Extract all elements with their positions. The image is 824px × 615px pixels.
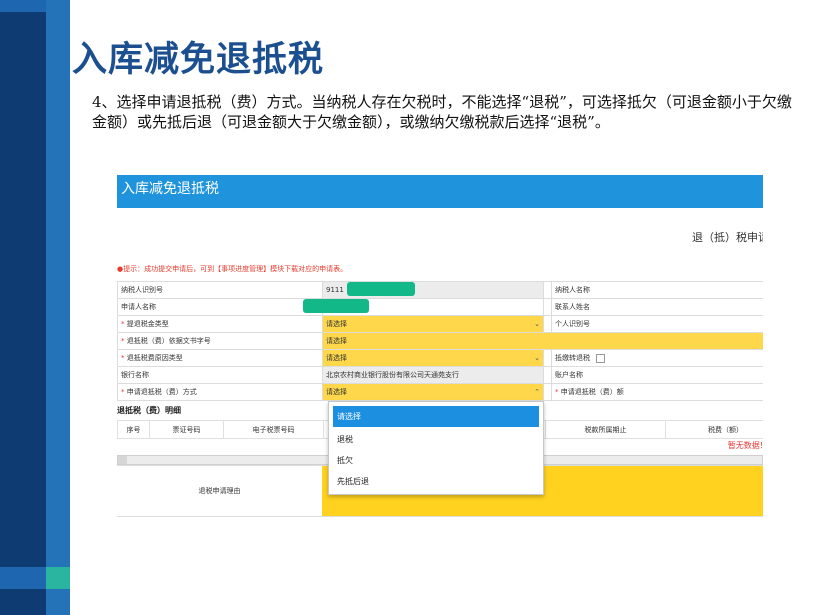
form-row: * 退抵税（费）依据文书字号 请选择 <box>117 332 763 350</box>
refund-type-label-text: 提退税金类型 <box>126 320 169 328</box>
method-value: 请选择 <box>326 388 347 396</box>
required-mark: * <box>121 388 125 396</box>
method-label: * 申请退抵税（费）方式 <box>117 383 323 401</box>
reason-type-select[interactable]: 请选择 ⌄ <box>322 349 544 367</box>
bank-field: 北京农村商业银行股份有限公司天通苑支行 <box>322 366 544 384</box>
cell-spacer <box>543 298 552 316</box>
transfer-refund-label: 抵缴转退税 <box>555 354 590 362</box>
taxpayer-id-label: 纳税人识别号 <box>117 281 323 299</box>
redaction-mask <box>303 299 369 313</box>
transfer-refund-checkbox[interactable] <box>596 353 605 363</box>
personal-id-label: 个人识别号 <box>551 315 763 333</box>
column-header: 电子税票号码 <box>223 420 324 439</box>
form-caption: 退（抵）税申请 <box>692 231 763 244</box>
sidebar-mid-band <box>46 0 70 615</box>
app-header-title: 入库减免退抵税 <box>121 181 219 197</box>
form-row: * 退抵税费原因类型 请选择 ⌄ 抵缴转退税 <box>117 349 763 367</box>
applicant-name-label: 申请人名称 <box>117 298 323 316</box>
method-label-text: 申请退抵税（费）方式 <box>126 388 197 396</box>
bank-label: 银行名称 <box>117 366 323 384</box>
cell-spacer <box>543 349 552 367</box>
dropdown-option-offset-arrears[interactable]: 抵欠 <box>329 450 543 471</box>
column-header: 序号 <box>117 420 150 439</box>
sidebar-dark-band <box>0 0 46 615</box>
cell-spacer <box>543 315 552 333</box>
refund-type-value: 请选择 <box>326 320 347 328</box>
refund-type-label: * 提退税金类型 <box>117 315 323 333</box>
amount-label: * 申请退抵税（费）额 <box>551 383 763 401</box>
required-mark: * <box>121 320 125 328</box>
method-dropdown-menu: 请选择 退税 抵欠 先抵后退 <box>328 401 544 495</box>
reason-type-label: * 退抵税费原因类型 <box>117 349 323 367</box>
cell-spacer <box>543 281 552 299</box>
column-header: 税费（额） <box>665 420 763 439</box>
scroll-left-arrow[interactable] <box>118 456 127 464</box>
slide-instruction-text: 4、选择申请退抵税（费）方式。当纳税人存在欠税时，不能选择“退税”，可选择抵欠（… <box>92 93 792 131</box>
app-header: 入库减免退抵税 <box>117 175 763 208</box>
sidebar-block-top <box>0 0 46 12</box>
taxpayer-name-label: 纳税人名称 <box>551 281 763 299</box>
column-header: 票证号码 <box>149 420 224 439</box>
dropdown-option-please-select[interactable]: 请选择 <box>333 406 539 427</box>
detail-title: 退抵税（费）明细 <box>117 406 181 415</box>
chevron-down-icon: ⌄ <box>534 320 540 328</box>
reason-type-value: 请选择 <box>326 354 347 362</box>
reason-label: 退税申请理由 <box>198 487 241 495</box>
reason-type-label-text: 退抵税费原因类型 <box>126 354 183 362</box>
form-row: 申请人名称 联系人姓名 <box>117 298 763 316</box>
required-mark: * <box>121 337 125 345</box>
chevron-up-icon: ⌃ <box>534 388 540 396</box>
sidebar-block-mid <box>0 567 46 589</box>
chevron-down-icon: ⌄ <box>534 354 540 362</box>
transfer-refund-cell: 抵缴转退税 <box>551 349 763 367</box>
cell-spacer <box>543 383 552 401</box>
form-row: 纳税人识别号 9111 纳税人名称 <box>117 281 763 299</box>
account-label: 账户名称 <box>551 366 763 384</box>
submit-hint: ●提示：成功提交申请后，可到【事项进度管理】模块下载对应的申请表。 <box>117 265 348 273</box>
sidebar-accent-block <box>46 567 70 589</box>
form-row: 银行名称 北京农村商业银行股份有限公司天通苑支行 账户名称 <box>117 366 763 384</box>
refund-type-select[interactable]: 请选择 ⌄ <box>322 315 544 333</box>
redaction-mask <box>347 282 415 296</box>
required-mark: * <box>121 354 125 362</box>
slide-title: 入库减免退抵税 <box>72 39 325 80</box>
refund-doc-label: * 退抵税（费）依据文书字号 <box>117 332 323 350</box>
column-header: 税款所属期止 <box>545 420 666 439</box>
refund-doc-label-text: 退抵税（费）依据文书字号 <box>126 337 211 345</box>
required-mark: * <box>555 388 559 396</box>
contact-name-label: 联系人姓名 <box>551 298 763 316</box>
no-data-message: 暂无数据! <box>727 441 763 450</box>
form-row: * 申请退抵税（费）方式 请选择 ⌃ * 申请退抵税（费）额 <box>117 383 763 401</box>
cell-spacer <box>543 366 552 384</box>
method-select[interactable]: 请选择 ⌃ <box>322 383 544 401</box>
app-screenshot: 入库减免退抵税 退（抵）税申请 ●提示：成功提交申请后，可到【事项进度管理】模块… <box>117 175 763 517</box>
refund-doc-select[interactable]: 请选择 <box>322 332 763 350</box>
dropdown-option-refund[interactable]: 退税 <box>329 429 543 450</box>
dropdown-option-offset-then-refund[interactable]: 先抵后退 <box>329 471 543 492</box>
refund-form: 纳税人识别号 9111 纳税人名称 申请人名称 联系人姓名 * 提退税金类型 请… <box>117 281 763 401</box>
amount-label-text: 申请退抵税（费）额 <box>560 388 624 396</box>
form-row: * 提退税金类型 请选择 ⌄ 个人识别号 <box>117 315 763 333</box>
